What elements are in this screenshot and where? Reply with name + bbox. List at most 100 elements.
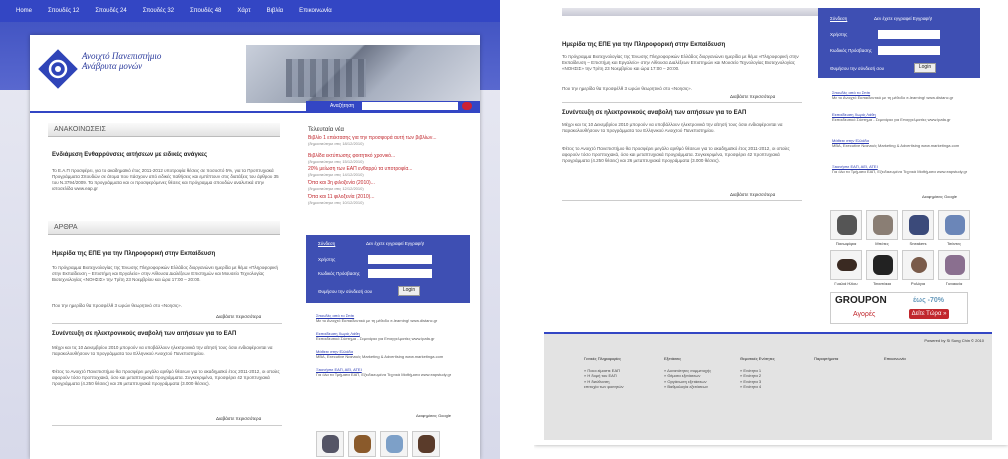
article-text: Μέχρι και τις 10 Δεκεμβρίου 2010 μπορούν… xyxy=(562,122,783,133)
news-item[interactable]: Όπα και 11 φιλοξενία (2010)... (δημοσιεύτ… xyxy=(308,194,468,206)
password-input[interactable] xyxy=(878,46,940,55)
footer-column: Παραρτήματα xyxy=(814,356,839,361)
nav-item[interactable]: Σπουδές 48 xyxy=(190,8,221,14)
ad-item[interactable]: Μάθετε στην Ελλάδα ΜΒΑ, Executive Νεανικέ… xyxy=(832,138,972,148)
product-thumb[interactable] xyxy=(316,431,344,457)
ad-item[interactable]: Ξεκινήστε ΕΑΠ, ΑΕΙ, ΑΤΕΙ Για όλα τα Τμήμα… xyxy=(316,367,466,377)
news-header: Τελευταία νέα xyxy=(308,127,345,133)
article-title[interactable]: Ημερίδα της ΕΠΕ για την Πληροφορική στην… xyxy=(562,42,802,48)
product-label[interactable]: Γυαλιά Ηλίου xyxy=(829,281,863,286)
announcements-header: ΑΝΑΚΟΙΝΩΣΕΙΣ xyxy=(48,123,280,137)
nav-item[interactable]: Επικοινωνία xyxy=(299,8,332,14)
product-label[interactable]: Ρολόγια xyxy=(901,281,935,286)
password-input[interactable] xyxy=(368,269,432,278)
remember-me[interactable]: Θυμήσου την σύνδεσή σου xyxy=(830,66,884,71)
product-thumb[interactable] xyxy=(938,250,970,280)
divider xyxy=(52,425,282,426)
article-title[interactable]: Ημερίδα της ΕΠΕ για την Πληροφορική στην… xyxy=(52,251,282,257)
article-text: Μέχρι και τις 10 Δεκεμβρίου 2010 μπορούν… xyxy=(52,345,273,356)
product-label[interactable]: Τσαντάκια xyxy=(865,281,899,286)
footer-link[interactable]: επιτυχία των φοιτητών xyxy=(584,384,624,390)
product-thumb[interactable] xyxy=(380,431,408,457)
login-button[interactable]: Login xyxy=(914,63,936,73)
nav-item[interactable]: Σπουδές 24 xyxy=(95,8,126,14)
section-header-bar xyxy=(562,8,824,16)
product-label[interactable]: Μπότες xyxy=(865,241,899,246)
ad-item[interactable]: Εκπαίδευση Χωρίς Λάθη Εκπαιδευτικό Σύστημ… xyxy=(316,331,466,341)
news-item[interactable]: Όπα και 3η φιλοξενία (2010)... (δημοσιεύτ… xyxy=(308,180,468,192)
university-logo-icon[interactable] xyxy=(38,49,78,89)
ad-item[interactable]: Μάθετε στην Ελλάδα ΜΒΑ, Executive Νεανικέ… xyxy=(316,349,466,359)
read-more-link[interactable]: Διαβάστε περισσότερα xyxy=(730,192,775,197)
remember-me[interactable]: Θυμήσου την σύνδεσή σου xyxy=(318,289,372,294)
article-title[interactable]: Συνέντευξη σε ηλεκτρονικούς αναβολή των … xyxy=(52,331,282,337)
nav-item[interactable]: Home xyxy=(16,8,32,14)
divider xyxy=(562,102,802,103)
footer-column: Επικοινωνία xyxy=(884,356,906,361)
footer-link[interactable]: » Ενότητα 4 xyxy=(740,384,775,390)
article-text: Που την ημερίδα θα προσφέλθ 3 ωρών θεωρη… xyxy=(52,303,182,308)
header-photo xyxy=(246,45,480,103)
username-label: Χρήστης xyxy=(318,257,336,262)
google-ads-label[interactable]: Διαφημίσεις Google xyxy=(922,194,957,199)
nav-item[interactable]: Χάρτ xyxy=(237,8,250,14)
discount-text: έως -70% xyxy=(913,297,944,304)
nav-item[interactable]: Σπουδές 32 xyxy=(143,8,174,14)
product-label[interactable]: Sneakers xyxy=(901,241,935,246)
article-text: Το πρόγραμμα Βιοτεχνολογίας της Ένωσης Π… xyxy=(562,54,799,71)
footer: Powered by Si Sung Chin © 2010 Γενικές Π… xyxy=(544,332,992,440)
news-item[interactable]: 20% μείωση των ΕΑΠ ενθαρρύ τα υποτροφία.… xyxy=(308,166,468,178)
product-thumb[interactable] xyxy=(866,250,898,280)
username-input[interactable] xyxy=(368,255,432,264)
login-button[interactable]: Login xyxy=(398,286,420,296)
see-now-button[interactable]: Δείτε Τώρα » xyxy=(909,309,949,319)
register-note[interactable]: Δεν έχετε εγγραφεί Εγγραφή! xyxy=(366,241,424,246)
footer-link[interactable]: » Βαθμολογία εξετάσεων xyxy=(664,384,711,390)
article-title[interactable]: Συνέντευξη σε ηλεκτρονικούς αναβολή των … xyxy=(562,110,802,116)
news-item[interactable]: Βιβλίδα εκτύπωσης φοιτητικό χρονικό... (δ… xyxy=(308,153,468,165)
product-label[interactable]: Πανωφόρια xyxy=(829,241,863,246)
product-label[interactable]: Τσάντες xyxy=(937,241,971,246)
product-label[interactable]: Γυναικεία xyxy=(937,281,971,286)
read-more-link[interactable]: Διαβάστε περισσότερα xyxy=(216,416,261,421)
announcement-title[interactable]: Ενδιάμεση Ενθαρρύνσεις αιτήσεων με ειδικ… xyxy=(52,152,282,158)
copyright: Powered by Si Sung Chin © 2010 xyxy=(924,338,984,343)
groupon-ad[interactable]: GROUPON Αγορές έως -70% Δείτε Τώρα » xyxy=(830,292,968,324)
search-input[interactable] xyxy=(362,102,458,110)
product-thumb[interactable] xyxy=(938,210,970,240)
username-input[interactable] xyxy=(878,30,940,39)
password-label: Κωδικός Πρόσβασης xyxy=(830,48,872,53)
announcement-text: Το Ε.Α.Π προσφέρει, για το ακαδημαϊκό έτ… xyxy=(52,168,279,191)
product-thumb[interactable] xyxy=(902,250,934,280)
search-button[interactable] xyxy=(462,102,472,110)
article-text: Φέτος το Ανοιχτό Πανεπιστήμιο θα προσφέρ… xyxy=(52,369,280,386)
ad-item[interactable]: Σπουδές από το Σπίτι Με το Ανοιχτό Εκπαιδ… xyxy=(316,313,466,323)
product-thumb[interactable] xyxy=(412,431,440,457)
product-thumb[interactable] xyxy=(902,210,934,240)
ad-item[interactable]: Ξεκινήστε ΕΑΠ, ΑΕΙ, ΑΤΕΙ Για όλα τα Τμήμα… xyxy=(832,164,972,174)
product-thumb[interactable] xyxy=(830,210,862,240)
groupon-logo: GROUPON xyxy=(835,295,887,306)
ad-item[interactable]: Σπουδές από το Σπίτι Με το Ανοιχτό Εκπαιδ… xyxy=(832,90,972,100)
login-link[interactable]: Σύνδεση xyxy=(830,16,847,21)
login-link[interactable]: Σύνδεση xyxy=(318,241,335,246)
product-thumb[interactable] xyxy=(866,210,898,240)
footer-column: Θεματικές Ενότητες » Ενότητα 1 » Ενότητα… xyxy=(740,356,775,390)
read-more-link[interactable]: Διαβάστε περισσότερα xyxy=(216,314,261,319)
register-note[interactable]: Δεν έχετε εγγραφεί Εγγραφή! xyxy=(874,16,932,21)
product-thumb[interactable] xyxy=(830,250,862,280)
logo-text[interactable]: Ανοιχτό Πανεπιστήμιο Ανάβρυτα μονών xyxy=(82,51,162,71)
search-label: Αναζήτηση xyxy=(330,103,355,109)
read-more-link[interactable]: Διαβάστε περισσότερα xyxy=(730,94,775,99)
product-thumb[interactable] xyxy=(348,431,376,457)
nav-item[interactable]: Σπουδές 12 xyxy=(48,8,79,14)
login-box: Σύνδεση Δεν έχετε εγγραφεί Εγγραφή! Χρήσ… xyxy=(306,235,470,303)
nav-item[interactable]: Βιβλία xyxy=(267,8,284,14)
google-ads-label[interactable]: Διαφημίσεις Google xyxy=(416,413,451,418)
username-label: Χρήστης xyxy=(830,32,848,37)
news-item[interactable]: Βιβλίο 1 επέκτασης για την προσφορά αυτή… xyxy=(308,135,468,147)
page-right: Ημερίδα της ΕΠΕ για την Πληροφορική στην… xyxy=(534,0,1008,445)
password-label: Κωδικός Πρόσβασης xyxy=(318,271,360,276)
screenshot-collage: Home Σπουδές 12 Σπουδές 24 Σπουδές 32 Σπ… xyxy=(0,0,1008,459)
ad-item[interactable]: Εκπαίδευση Χωρίς Λάθη Εκπαιδευτικό Σύστημ… xyxy=(832,112,972,122)
